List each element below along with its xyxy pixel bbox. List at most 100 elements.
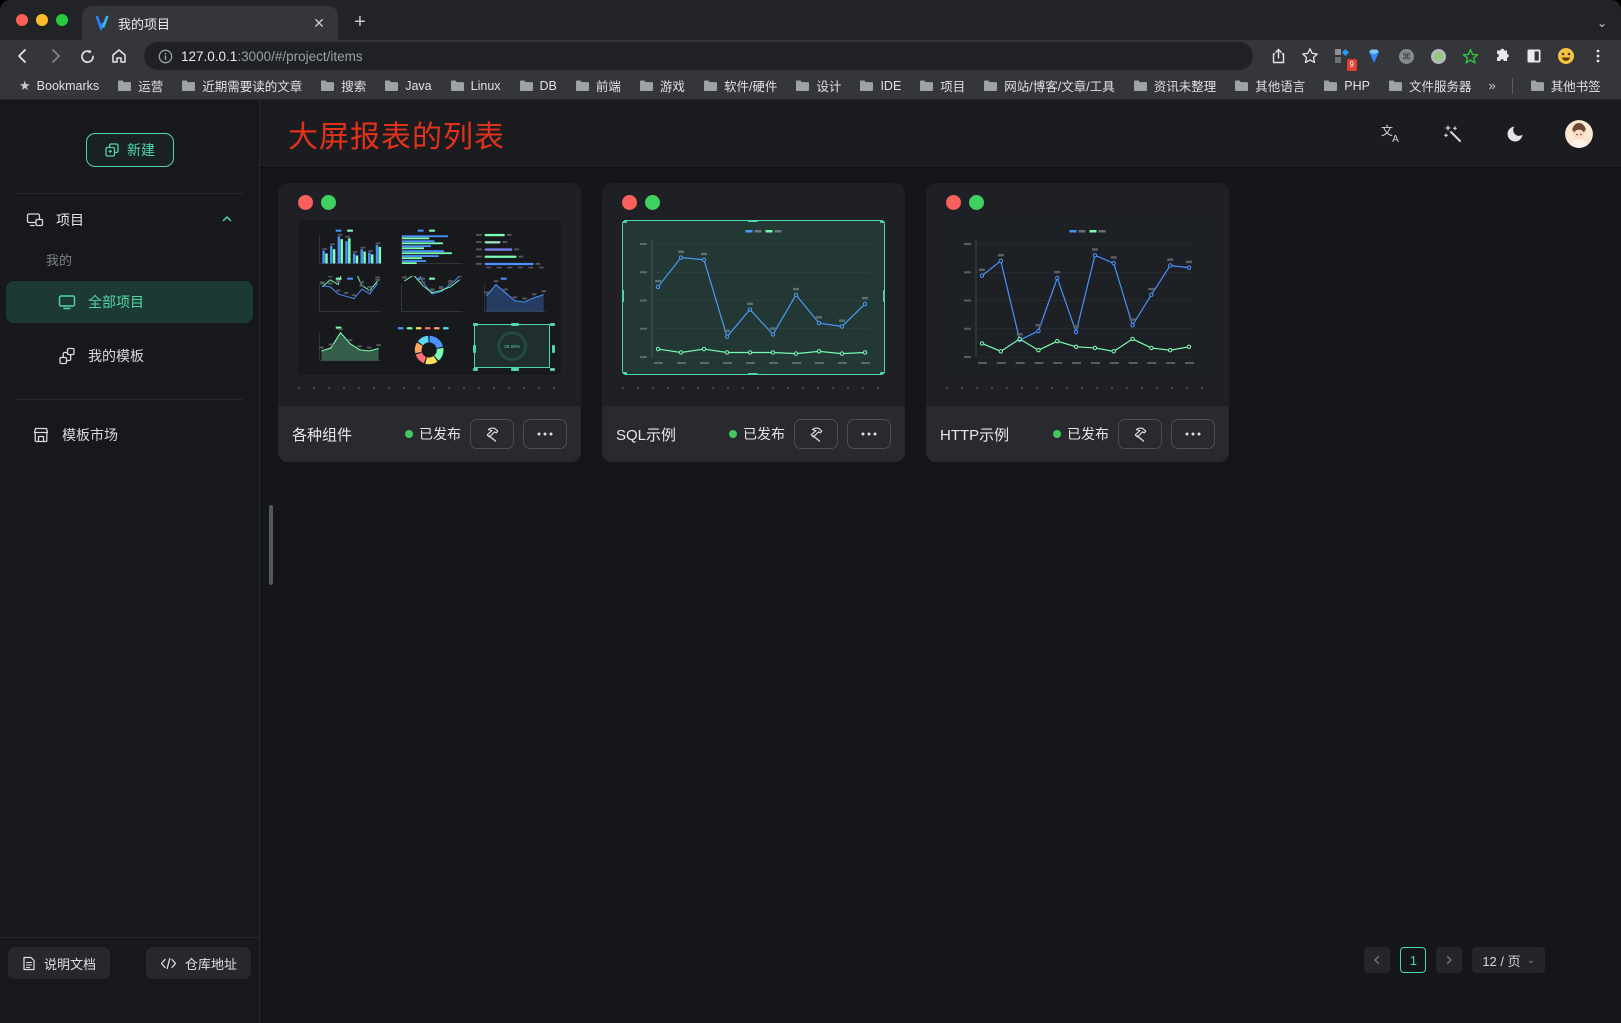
selection-handle[interactable]	[511, 323, 519, 326]
bookmark-folder[interactable]: 项目	[912, 73, 972, 98]
bookmark-folder[interactable]: 前端	[568, 73, 628, 98]
edit-hammer-button[interactable]	[794, 419, 838, 449]
selection-handle[interactable]	[550, 323, 555, 326]
bookmark-folder[interactable]: IDE	[852, 76, 908, 96]
project-card[interactable]: SQL示例 已发布	[602, 183, 905, 462]
selection-handle[interactable]	[880, 220, 885, 223]
bookmark-folder[interactable]: 运营	[110, 73, 170, 98]
selection-handle[interactable]	[473, 323, 478, 326]
emoji-extension-icon[interactable]	[1553, 43, 1579, 69]
chevron-up-icon[interactable]	[221, 212, 233, 228]
avatar[interactable]	[1565, 120, 1593, 148]
bookmark-folder[interactable]: 文件服务器	[1381, 73, 1479, 98]
selection-handle[interactable]	[552, 345, 555, 353]
selection-handle[interactable]	[511, 368, 519, 371]
ellipsis-icon	[1185, 432, 1201, 436]
bookmark-folder[interactable]: DB	[512, 76, 564, 96]
zoom-window-button[interactable]	[56, 14, 68, 26]
bookmark-folder[interactable]: Java	[377, 76, 438, 96]
folder-icon	[1388, 79, 1403, 92]
bookmark-folder[interactable]: 其他语言	[1227, 73, 1312, 98]
bookmark-folder[interactable]: 搜索	[313, 73, 373, 98]
reload-button[interactable]	[74, 43, 100, 69]
gem-extension-icon[interactable]	[1361, 43, 1387, 69]
docs-button[interactable]: 说明文档	[8, 947, 110, 979]
green-dot-extension-icon[interactable]	[1425, 43, 1451, 69]
bookmark-folder[interactable]: 近期需要读的文章	[174, 73, 309, 98]
repo-button[interactable]: 仓库地址	[146, 947, 251, 979]
status-dot-icon	[729, 430, 737, 438]
back-button[interactable]	[10, 43, 36, 69]
bookmark-folder[interactable]: 资讯未整理	[1126, 73, 1224, 98]
star-extension-icon[interactable]	[1457, 43, 1483, 69]
edit-hammer-button[interactable]	[1118, 419, 1162, 449]
page-size-select[interactable]: 12 / 页 ⌄	[1472, 947, 1545, 973]
minimize-window-button[interactable]	[36, 14, 48, 26]
tab-search-chevron-icon[interactable]: ⌄	[1597, 16, 1607, 30]
selection-handle[interactable]	[473, 368, 478, 371]
forward-button[interactable]	[42, 43, 68, 69]
bookmarks-root[interactable]: ★ Bookmarks	[12, 75, 106, 97]
sidebar-item-my-templates[interactable]: 我的模板	[6, 335, 253, 377]
bookmark-star-icon[interactable]	[1297, 43, 1323, 69]
other-bookmarks[interactable]: 其他书签	[1523, 73, 1608, 98]
command-extension-icon[interactable]: ⌘	[1393, 43, 1419, 69]
selection-handle[interactable]	[880, 372, 885, 375]
project-thumbnail[interactable]: 25.00%	[298, 220, 561, 375]
selection-handle[interactable]	[622, 290, 624, 302]
next-page-button[interactable]	[1436, 947, 1462, 973]
site-info-icon[interactable]	[158, 49, 173, 64]
folder-icon	[795, 79, 810, 92]
green-dot-icon	[969, 195, 984, 210]
bookmark-folder[interactable]: Linux	[443, 76, 508, 96]
magic-wand-icon[interactable]	[1441, 122, 1465, 146]
more-actions-button[interactable]	[847, 419, 891, 449]
sidebar-item-template-market[interactable]: 模板市场	[6, 414, 253, 456]
share-icon[interactable]	[1265, 43, 1291, 69]
selection-handle[interactable]	[883, 290, 885, 302]
page-number-button[interactable]: 1	[1400, 947, 1426, 973]
translate-icon[interactable]: 文A	[1379, 122, 1403, 146]
bookmark-folder[interactable]: PHP	[1316, 76, 1377, 96]
prev-page-button[interactable]	[1364, 947, 1390, 973]
new-project-button[interactable]: 新建	[86, 133, 174, 167]
bookmark-folder[interactable]: 设计	[788, 73, 848, 98]
bookmark-folder[interactable]: 软件/硬件	[696, 73, 784, 98]
bookmark-folder[interactable]: 游戏	[632, 73, 692, 98]
sidebar-group-projects[interactable]: 项目	[0, 194, 259, 230]
browser-menu-icon[interactable]	[1585, 43, 1611, 69]
extensions-puzzle-icon[interactable]	[1489, 43, 1515, 69]
new-tab-button[interactable]: +	[346, 8, 374, 36]
ellipsis-icon	[861, 432, 877, 436]
sidebar-item-all-projects[interactable]: 全部项目	[6, 281, 253, 323]
reading-mode-icon[interactable]	[1521, 43, 1547, 69]
selection-handle[interactable]	[622, 220, 627, 223]
selection-handle[interactable]	[550, 368, 555, 371]
extension-grid-icon[interactable]: 9	[1329, 43, 1355, 69]
hammer-icon	[808, 426, 825, 443]
close-window-button[interactable]	[16, 14, 28, 26]
selection-handle[interactable]	[748, 220, 758, 222]
folder-icon	[1133, 79, 1148, 92]
scrollbar[interactable]	[269, 505, 273, 585]
svg-text:⌘: ⌘	[1402, 51, 1411, 61]
more-actions-button[interactable]	[1171, 419, 1215, 449]
project-card[interactable]: HTTP示例 已发布	[926, 183, 1229, 462]
address-bar[interactable]: 127.0.0.1:3000/#/project/items	[144, 42, 1253, 70]
window-controls[interactable]	[16, 14, 68, 26]
selection-handle[interactable]	[473, 345, 476, 353]
edit-hammer-button[interactable]	[470, 419, 514, 449]
tab-close-icon[interactable]: ✕	[310, 14, 328, 32]
moon-icon[interactable]	[1503, 122, 1527, 146]
project-thumbnail[interactable]	[622, 220, 885, 375]
more-actions-button[interactable]	[523, 419, 567, 449]
project-thumbnail[interactable]	[946, 220, 1209, 375]
home-button[interactable]	[106, 43, 132, 69]
bookmark-folder[interactable]: 网站/博客/文章/工具	[976, 73, 1121, 98]
browser-tab[interactable]: 我的项目 ✕	[82, 6, 338, 40]
selection-handle[interactable]	[622, 372, 627, 375]
bookmarks-overflow-chevron[interactable]: »	[1482, 78, 1501, 93]
selection-handle[interactable]	[748, 373, 758, 375]
bookmarks-divider	[1512, 78, 1513, 94]
project-card[interactable]: 25.00% 各种组件 已发布	[278, 183, 581, 462]
